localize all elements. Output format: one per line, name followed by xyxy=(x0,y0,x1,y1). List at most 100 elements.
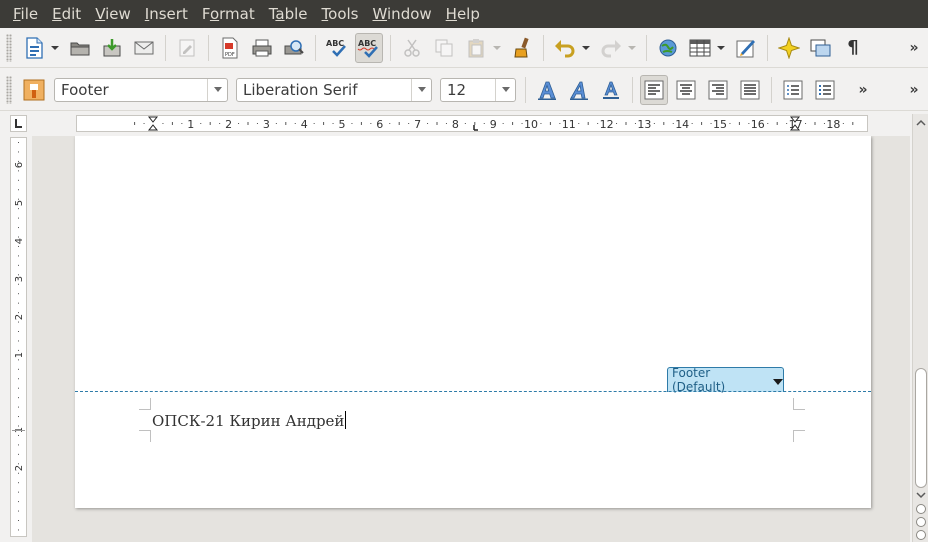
print-preview-button[interactable] xyxy=(280,33,308,63)
font-name-combo[interactable]: Liberation Serif xyxy=(236,77,432,102)
gallery-icon xyxy=(810,39,831,56)
ruler-tick xyxy=(729,123,731,124)
chevron-down-icon[interactable] xyxy=(773,378,783,385)
paste-button[interactable] xyxy=(462,33,490,63)
footer-default-tab[interactable]: Footer (Default) xyxy=(667,366,784,394)
clone-formatting-button[interactable] xyxy=(508,33,536,63)
ruler-tick xyxy=(18,274,19,276)
paragraph-style-dropdown-arrow[interactable] xyxy=(207,78,227,101)
table-dropdown-arrow[interactable] xyxy=(716,33,726,63)
toolbar-separator xyxy=(390,34,391,61)
scroll-down-icon[interactable] xyxy=(916,490,926,500)
edit-file-button[interactable] xyxy=(173,33,201,63)
previous-page-button[interactable] xyxy=(916,504,926,514)
save-button[interactable] xyxy=(98,33,126,63)
menu-file[interactable]: File xyxy=(6,0,45,28)
ruler-tick xyxy=(143,123,145,124)
svg-text:ABC: ABC xyxy=(358,39,376,48)
new-dropdown-arrow[interactable] xyxy=(50,33,60,63)
menu-edit[interactable]: Edit xyxy=(45,0,88,28)
ruler-tick xyxy=(18,217,19,219)
tab-stop-marker[interactable] xyxy=(473,125,478,131)
menu-tools[interactable]: Tools xyxy=(315,0,366,28)
navigator-button[interactable] xyxy=(775,33,803,63)
open-button[interactable] xyxy=(66,33,94,63)
menu-window[interactable]: Window xyxy=(366,0,439,28)
font-name-dropdown-arrow[interactable] xyxy=(411,78,431,101)
next-page-button[interactable] xyxy=(916,530,926,540)
navigation-button[interactable] xyxy=(916,517,926,527)
numbering-button[interactable] xyxy=(779,75,807,105)
standard-toolbar-overflow[interactable]: » xyxy=(906,40,922,56)
toolbar-grip[interactable] xyxy=(6,33,12,62)
ruler-tick xyxy=(162,123,164,124)
show-draw-functions-button[interactable] xyxy=(732,33,760,63)
underline-icon xyxy=(603,81,619,99)
bold-button[interactable] xyxy=(533,75,561,105)
menu-format[interactable]: Format xyxy=(195,0,262,28)
menu-help[interactable]: Help xyxy=(439,0,487,28)
styles-and-formatting-button[interactable] xyxy=(20,75,48,105)
formatting-toolbar-overflow-2[interactable]: » xyxy=(906,82,922,98)
redo-dropdown-arrow[interactable] xyxy=(627,33,637,63)
menu-view[interactable]: View xyxy=(88,0,138,28)
left-indent-marker[interactable] xyxy=(147,116,159,131)
underline-button[interactable] xyxy=(597,75,625,105)
toolbar-grip[interactable] xyxy=(6,75,12,104)
menu-insert[interactable]: Insert xyxy=(138,0,195,28)
spellcheck-button[interactable]: ABC xyxy=(323,33,351,63)
ruler-label: 2 xyxy=(225,118,232,131)
align-left-button[interactable] xyxy=(640,74,668,105)
text-boundary-corner xyxy=(139,398,151,410)
ruler-tick xyxy=(776,122,778,125)
ruler-tick xyxy=(18,264,19,266)
cut-button[interactable] xyxy=(398,33,426,63)
vertical-scrollbar[interactable] xyxy=(912,114,928,542)
horizontal-ruler[interactable]: 1 2 3 4 5 6 7 8 9 10 11 12 13 14 15 16 17 18 xyxy=(76,115,868,132)
undo-dropdown-arrow[interactable] xyxy=(581,33,591,63)
new-document-button[interactable] xyxy=(20,33,48,63)
bullets-button[interactable] xyxy=(811,75,839,105)
tab-stop-selector[interactable] xyxy=(10,115,27,132)
vertical-ruler[interactable]: 65432112 xyxy=(10,137,27,537)
ruler-label: 1 xyxy=(14,352,25,358)
page[interactable]: Footer (Default) ОПСК-21 Кирин Андрей xyxy=(75,136,871,508)
ruler-tick xyxy=(663,122,665,125)
align-right-button[interactable] xyxy=(704,75,732,105)
font-size-combo[interactable]: 12 xyxy=(440,77,516,102)
scrollbar-thumb[interactable] xyxy=(915,368,927,488)
font-size-dropdown-arrow[interactable] xyxy=(495,78,515,101)
italic-button[interactable] xyxy=(565,75,593,105)
ruler-tick xyxy=(200,123,202,124)
ruler-tick xyxy=(436,122,438,125)
gallery-button[interactable] xyxy=(807,33,835,63)
redo-icon xyxy=(601,39,621,57)
hyperlink-button[interactable] xyxy=(654,33,682,63)
ruler-tick xyxy=(18,520,19,521)
align-center-button[interactable] xyxy=(672,75,700,105)
document-area[interactable]: Footer (Default) ОПСК-21 Кирин Андрей xyxy=(32,136,910,542)
ruler-tick xyxy=(823,123,825,124)
align-right-icon xyxy=(708,80,728,99)
autospellcheck-toggle[interactable]: ABC xyxy=(355,32,383,63)
scroll-up-icon[interactable] xyxy=(916,118,926,128)
copy-button[interactable] xyxy=(430,33,458,63)
ruler-tick xyxy=(256,123,258,124)
formatting-toolbar-overflow-1[interactable]: » xyxy=(855,82,871,98)
ruler-tick xyxy=(701,122,703,125)
paste-dropdown-arrow[interactable] xyxy=(492,33,502,63)
ruler-tick xyxy=(786,123,788,124)
footer-paragraph[interactable]: ОПСК-21 Кирин Андрей xyxy=(152,411,347,430)
table-button[interactable] xyxy=(686,33,714,63)
toolbar-separator xyxy=(771,76,772,103)
undo-button[interactable] xyxy=(551,33,579,63)
ruler-label: 1 xyxy=(187,118,194,131)
email-button[interactable] xyxy=(130,33,158,63)
justify-button[interactable] xyxy=(736,75,764,105)
formatting-marks-button[interactable]: ¶ xyxy=(839,33,867,63)
print-button[interactable] xyxy=(248,33,276,63)
redo-button[interactable] xyxy=(597,33,625,63)
menu-table[interactable]: Table xyxy=(262,0,315,28)
export-pdf-button[interactable]: PDF xyxy=(216,33,244,63)
paragraph-style-combo[interactable]: Footer xyxy=(54,77,228,102)
